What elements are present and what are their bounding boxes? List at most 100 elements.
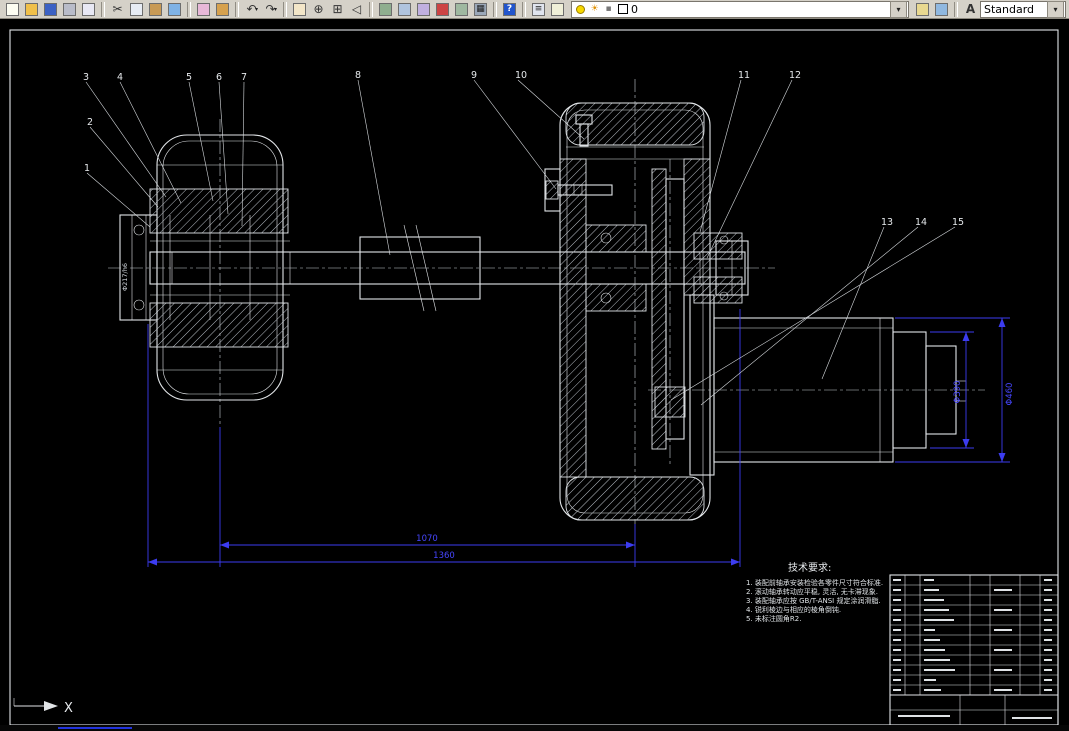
- callout-number-8: 8: [355, 70, 361, 81]
- bulb-icon: [575, 4, 586, 15]
- toolbar-separator: [954, 1, 958, 17]
- toolbar: ✂ ↶ ▾ ↷ ▾ ⊕ ⊞ ◁ ▦? ≡ ☀ ▪ 0 ▾ A Standard ▾: [0, 0, 1069, 19]
- callout-leader-3: [85, 81, 167, 198]
- new-icon[interactable]: [3, 1, 22, 18]
- drawing-canvas[interactable]: 1070 1360 Φ460 Φ390 Φ217/h6 1 2 3 4 5 6 7 8 9 10 1…: [0, 19, 1069, 726]
- paste-icon[interactable]: [146, 1, 165, 18]
- copy-icon[interactable]: [127, 1, 146, 18]
- zoom-realtime-icon[interactable]: ⊕: [309, 1, 328, 18]
- callout-number-7: 7: [241, 72, 247, 83]
- toolbar-separator: [493, 1, 497, 17]
- command-bar-edge: [0, 725, 1069, 731]
- tech-requirements: 技术要求: 1. 装配前轴承安装检验各零件尺寸符合标准. 2. 滚动轴承转动应平…: [746, 561, 883, 623]
- pan-icon[interactable]: [290, 1, 309, 18]
- layer-properties-icon[interactable]: ≡: [529, 1, 548, 18]
- toolbar-separator: [369, 1, 373, 17]
- callout-number-3: 3: [83, 72, 89, 83]
- eraser-icon[interactable]: [194, 1, 213, 18]
- help-icon[interactable]: ?: [500, 1, 519, 18]
- make-object-layer-current-icon[interactable]: [913, 1, 932, 18]
- callout-leader-13: [821, 226, 885, 380]
- svg-text:3. 装配轴承应按 GB/T-ANSI 规定涂润滑脂.: 3. 装配轴承应按 GB/T-ANSI 规定涂润滑脂.: [746, 596, 881, 605]
- svg-text:4. 锐利棱边与相应的棱角倒钝.: 4. 锐利棱边与相应的棱角倒钝.: [746, 605, 841, 614]
- assembly-drawing: 1070 1360 Φ460 Φ390 Φ217/h6 12 3 4 5 6 7 8 9 10 1…: [9, 29, 1059, 726]
- redo-icon[interactable]: ↷ ▾: [261, 1, 280, 18]
- command-bar-accent: [58, 727, 132, 729]
- layers-icon[interactable]: [548, 1, 567, 18]
- dim-wheelbase: 1070: [416, 534, 438, 544]
- callout-number-5: 5: [186, 72, 192, 83]
- callout-number-1: 1: [84, 163, 90, 174]
- callout-number-13: 13: [881, 217, 893, 228]
- axle-shaft: [108, 224, 775, 312]
- callouts: 123 4 5 6 7 8 9 10 11 1213 14 15: [83, 70, 964, 406]
- title-block-table: [889, 574, 1059, 726]
- cut-icon[interactable]: ✂: [108, 1, 127, 18]
- sun-icon: ☀: [590, 4, 599, 14]
- text-style-group: A Standard ▾: [961, 0, 1066, 18]
- callout-number-4: 4: [117, 72, 123, 83]
- callout-leader-11: [699, 79, 742, 233]
- open-icon[interactable]: [22, 1, 41, 18]
- redo-dropdown-icon[interactable]: ▾: [274, 6, 277, 13]
- dim-hub-dia: Φ217/h6: [121, 263, 129, 291]
- svg-text:5. 未标注圆角R2.: 5. 未标注圆角R2.: [746, 614, 801, 623]
- layer-combo-dropdown-icon[interactable]: ▾: [890, 0, 907, 18]
- sheet-set-icon[interactable]: [452, 1, 471, 18]
- match-properties-icon[interactable]: [165, 1, 184, 18]
- preview-icon[interactable]: [79, 1, 98, 18]
- toolbar-main-icons: ✂ ↶ ▾ ↷ ▾ ⊕ ⊞ ◁ ▦?: [3, 1, 519, 18]
- svg-text:2. 滚动轴承转动应平稳, 灵活, 无卡滞现象.: 2. 滚动轴承转动应平稳, 灵活, 无卡滞现象.: [746, 587, 878, 596]
- text-style-value: Standard: [984, 2, 1035, 16]
- toolbar-separator: [235, 1, 239, 17]
- layer-previous-icon[interactable]: [932, 1, 951, 18]
- callout-leader-1: [86, 172, 151, 228]
- callout-leader-4: [119, 81, 182, 204]
- save-icon[interactable]: [41, 1, 60, 18]
- callout-number-15: 15: [952, 217, 964, 228]
- callout-leader-2: [89, 126, 159, 208]
- plot-icon[interactable]: [60, 1, 79, 18]
- design-center-icon[interactable]: [395, 1, 414, 18]
- toolbar-separator: [101, 1, 105, 17]
- callout-number-9: 9: [471, 70, 477, 81]
- toolbar-layer-tools: [913, 1, 951, 18]
- calculator-icon[interactable]: ▦: [471, 1, 490, 18]
- dim-motor-dia: Φ460: [1005, 383, 1015, 406]
- text-style-combo[interactable]: Standard ▾: [980, 0, 1066, 18]
- toolbar-separator: [283, 1, 287, 17]
- text-style-icon[interactable]: A: [961, 1, 980, 18]
- tech-requirements-title: 技术要求:: [788, 561, 831, 574]
- toolbar-separator: [187, 1, 191, 17]
- svg-text:1. 装配前轴承安装检验各零件尺寸符合标准.: 1. 装配前轴承安装检验各零件尺寸符合标准.: [746, 578, 883, 587]
- callout-number-10: 10: [515, 70, 527, 81]
- properties-icon[interactable]: [376, 1, 395, 18]
- callout-leader-9: [473, 79, 557, 190]
- callout-number-12: 12: [789, 70, 801, 81]
- undo-icon[interactable]: ↶ ▾: [242, 1, 261, 18]
- ucs-x-label: X: [64, 701, 73, 716]
- toolbar-separator: [522, 1, 526, 17]
- callout-leader-5: [188, 81, 214, 202]
- left-wheel-assembly: [119, 119, 290, 427]
- markup-icon[interactable]: [433, 1, 452, 18]
- callout-leader-8: [357, 79, 391, 256]
- layer-combo[interactable]: ☀ ▪ 0 ▾: [571, 0, 909, 18]
- text-style-dropdown-icon[interactable]: ▾: [1047, 0, 1064, 18]
- callout-number-14: 14: [915, 217, 927, 228]
- format-painter-icon[interactable]: [213, 1, 232, 18]
- undo-dropdown-icon[interactable]: ▾: [255, 6, 258, 13]
- dim-end-dia: Φ390: [953, 381, 963, 404]
- lock-icon: ▪: [605, 4, 612, 14]
- callout-number-11: 11: [738, 70, 750, 81]
- layer-combo-value: 0: [631, 2, 638, 16]
- zoom-window-icon[interactable]: ⊞: [328, 1, 347, 18]
- toolbar-layer-icons: ≡: [529, 1, 567, 18]
- dim-overall: 1360: [433, 551, 455, 561]
- tool-palettes-icon[interactable]: [414, 1, 433, 18]
- zoom-previous-icon[interactable]: ◁: [347, 1, 366, 18]
- callout-number-6: 6: [216, 72, 222, 83]
- callout-leader-12: [706, 79, 793, 259]
- ucs-icon: X: [13, 698, 73, 716]
- right-wheel-assembly: [544, 79, 749, 524]
